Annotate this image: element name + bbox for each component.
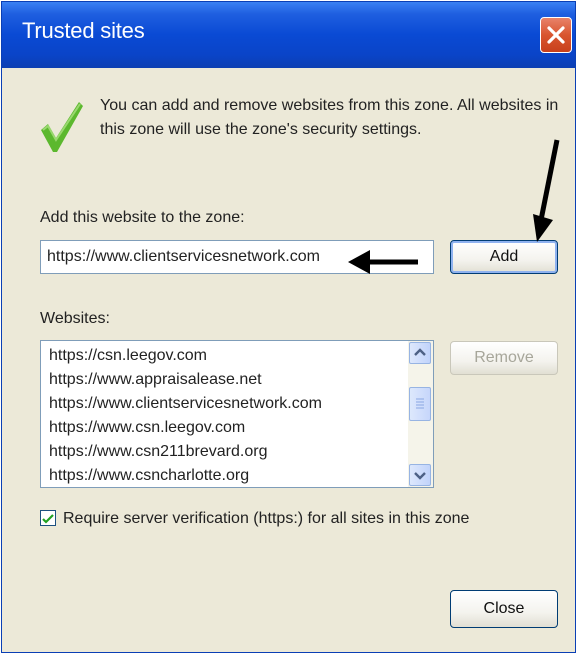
remove-button[interactable]: Remove [450, 341, 558, 375]
list-item[interactable]: https://www.clientservicesnetwork.com [49, 395, 322, 413]
arrow-left-icon [348, 250, 418, 274]
require-verification-checkbox[interactable] [40, 510, 56, 526]
chevron-up-icon [414, 348, 426, 356]
arrow-down-icon [533, 139, 560, 242]
checkbox-check-icon [42, 514, 54, 524]
window-title: Trusted sites [22, 18, 145, 43]
websites-list[interactable]: https://csn.leegov.com https://www.appra… [40, 340, 434, 488]
chevron-down-icon [414, 472, 426, 480]
trusted-sites-dialog: Trusted sites You can add and remove web… [1, 1, 576, 653]
grip-icon [416, 398, 424, 409]
list-item[interactable]: https://www.csn.leegov.com [49, 419, 245, 437]
add-website-label: Add this website to the zone: [40, 209, 245, 226]
require-verification-label[interactable]: Require server verification (https:) for… [63, 510, 469, 528]
scroll-up-button[interactable] [409, 342, 431, 364]
scroll-down-button[interactable] [409, 464, 431, 486]
website-url-value: https://www.clientservicesnetwork.com [47, 248, 320, 265]
dialog-content: You can add and remove websites from thi… [2, 68, 575, 652]
close-icon [547, 26, 565, 44]
close-button[interactable]: Close [450, 590, 558, 628]
list-item[interactable]: https://www.csncharlotte.org [49, 467, 249, 485]
list-item[interactable]: https://www.csn211brevard.org [49, 443, 267, 461]
scroll-thumb[interactable] [409, 387, 431, 421]
websites-label: Websites: [40, 310, 110, 327]
intro-text: You can add and remove websites from thi… [100, 97, 559, 138]
window-close-button[interactable] [540, 17, 572, 53]
websites-scrollbar[interactable] [408, 341, 433, 487]
list-item[interactable]: https://www.appraisalease.net [49, 371, 262, 389]
list-item[interactable]: https://csn.leegov.com [49, 347, 207, 365]
title-bar[interactable]: Trusted sites [2, 2, 575, 68]
checkmark-icon [41, 102, 83, 152]
